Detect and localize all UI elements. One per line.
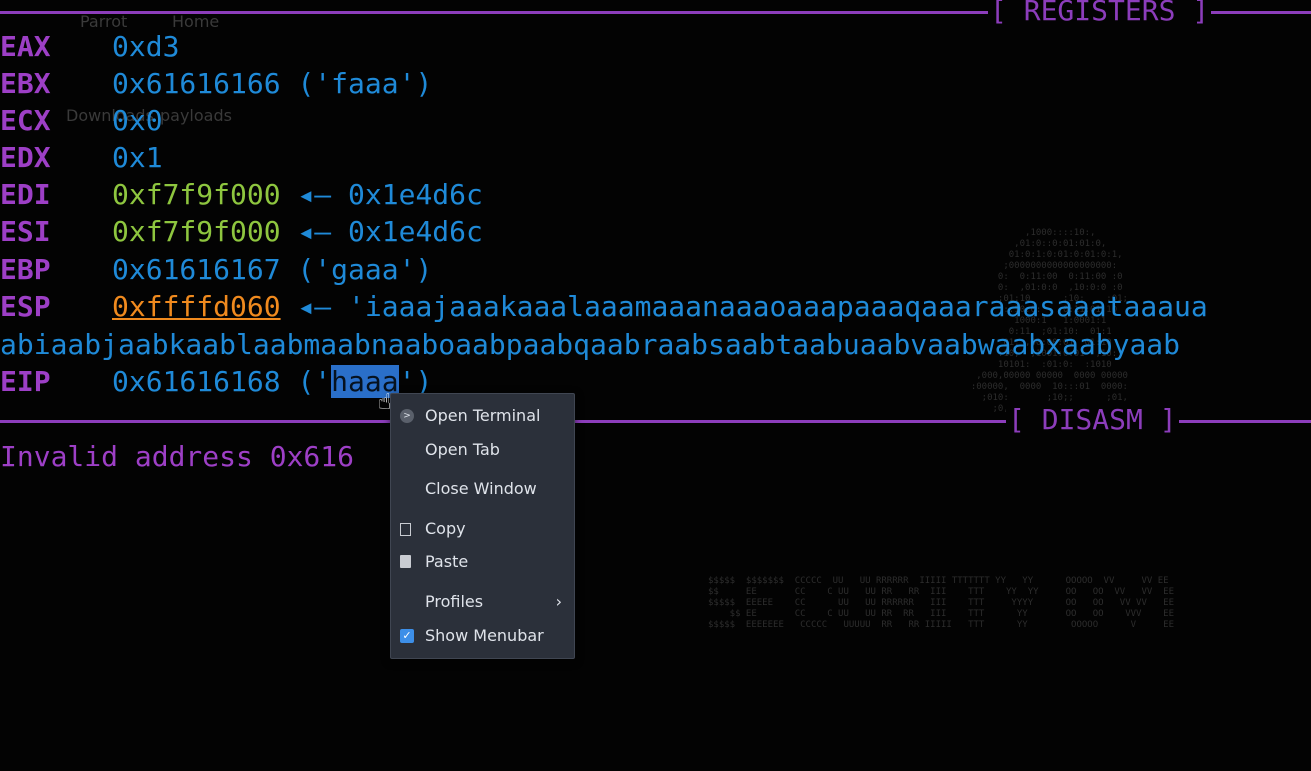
register-name: EBX	[0, 67, 51, 100]
register-name: EBP	[0, 253, 51, 286]
register-string: ('gaaa')	[297, 253, 433, 286]
pointer-arrow-icon: ◂—	[297, 178, 332, 211]
register-string: 'iaaajaaakaaalaaamaaanaaaoaaapaaaqaaaraa…	[348, 290, 1208, 323]
register-deref: 0x1e4d6c	[348, 215, 483, 248]
register-esi[interactable]: ESI 0xf7f9f000 ◂— 0x1e4d6c	[0, 213, 483, 250]
disasm-header: [ DISASM ]	[1006, 402, 1179, 438]
checkbox-checked-icon[interactable]: ✓	[400, 629, 414, 643]
register-eax[interactable]: EAX 0xd3	[0, 28, 179, 65]
disasm-output: Invalid address 0x616	[0, 438, 354, 475]
menu-item-show-menubar[interactable]: ✓ Show Menubar	[391, 623, 574, 649]
register-name: EIP	[0, 365, 51, 398]
register-ebp[interactable]: EBP 0x61616167 ('gaaa')	[0, 251, 432, 288]
register-string-continued: abiaabjaabkaablaabmaabnaaboaabpaabqaabra…	[0, 328, 1181, 361]
menu-item-label: Open Terminal	[425, 406, 541, 425]
register-value: 0x0	[112, 104, 163, 137]
menu-item-open-tab[interactable]: Open Tab	[391, 437, 574, 463]
terminal-icon: >	[400, 409, 414, 423]
register-eip[interactable]: EIP 0x61616168 ('haaa')	[0, 363, 432, 400]
register-string-open: ('	[297, 365, 332, 398]
menu-item-label: Profiles	[425, 592, 484, 611]
register-name: ECX	[0, 104, 51, 137]
register-value: 0x61616167	[112, 253, 281, 286]
register-ecx[interactable]: ECX 0x0	[0, 102, 163, 139]
chevron-right-icon: ›	[555, 592, 562, 611]
registers-header: [ REGISTERS ]	[988, 0, 1212, 29]
register-name: EAX	[0, 30, 51, 63]
menu-item-label: Show Menubar	[425, 626, 544, 645]
register-esp[interactable]: ESP 0xffffd060 ◂— 'iaaajaaakaaalaaamaaana…	[0, 288, 1208, 325]
menu-item-label: Close Window	[425, 479, 537, 498]
register-name: EDX	[0, 141, 51, 174]
menu-item-label: Open Tab	[425, 440, 500, 459]
register-value: 0x61616166	[112, 67, 281, 100]
register-name: ESI	[0, 215, 51, 248]
register-name: EDI	[0, 178, 51, 211]
register-value: 0xd3	[112, 30, 180, 63]
wallpaper-ascii-banner: $$$$$ $$$$$$$ CCCCC UU UU RRRRRR IIIII T…	[708, 576, 1174, 630]
ghost-desktop-label: payloads	[160, 106, 232, 125]
register-deref: 0x1e4d6c	[348, 178, 483, 211]
pointer-arrow-icon: ◂—	[297, 215, 332, 248]
register-edi[interactable]: EDI 0xf7f9f000 ◂— 0x1e4d6c	[0, 176, 483, 213]
register-esp-wrap: abiaabjaabkaablaabmaabnaaboaabpaabqaabra…	[0, 326, 1180, 363]
context-menu: > Open Terminal Open Tab Close Window Co…	[390, 393, 575, 659]
register-value: 0x61616168	[112, 365, 281, 398]
copy-icon	[400, 523, 411, 536]
register-name: ESP	[0, 290, 51, 323]
register-ebx[interactable]: EBX 0x61616166 ('faaa')	[0, 65, 432, 102]
menu-item-label: Paste	[425, 552, 469, 571]
register-value: 0xf7f9f000	[112, 215, 281, 248]
menu-item-open-terminal[interactable]: > Open Terminal	[391, 403, 574, 429]
menu-item-label: Copy	[425, 519, 466, 538]
paste-icon	[400, 555, 411, 568]
menu-item-copy[interactable]: Copy	[391, 516, 574, 542]
hand-pointer-icon: ☝	[378, 390, 392, 415]
menu-item-profiles[interactable]: Profiles ›	[391, 589, 574, 615]
register-value: 0xf7f9f000	[112, 178, 281, 211]
menu-item-close-window[interactable]: Close Window	[391, 476, 574, 502]
register-string: ('faaa')	[297, 67, 433, 100]
terminal-window[interactable]: Parrot Home Downloads payloads ,1000::::…	[0, 0, 1311, 771]
register-value: 0x1	[112, 141, 163, 174]
register-value: 0xffffd060	[112, 290, 281, 323]
register-edx[interactable]: EDX 0x1	[0, 139, 163, 176]
pointer-arrow-icon: ◂—	[297, 290, 332, 323]
disasm-message: Invalid address 0x616	[0, 440, 355, 473]
menu-item-paste[interactable]: Paste	[391, 549, 574, 575]
